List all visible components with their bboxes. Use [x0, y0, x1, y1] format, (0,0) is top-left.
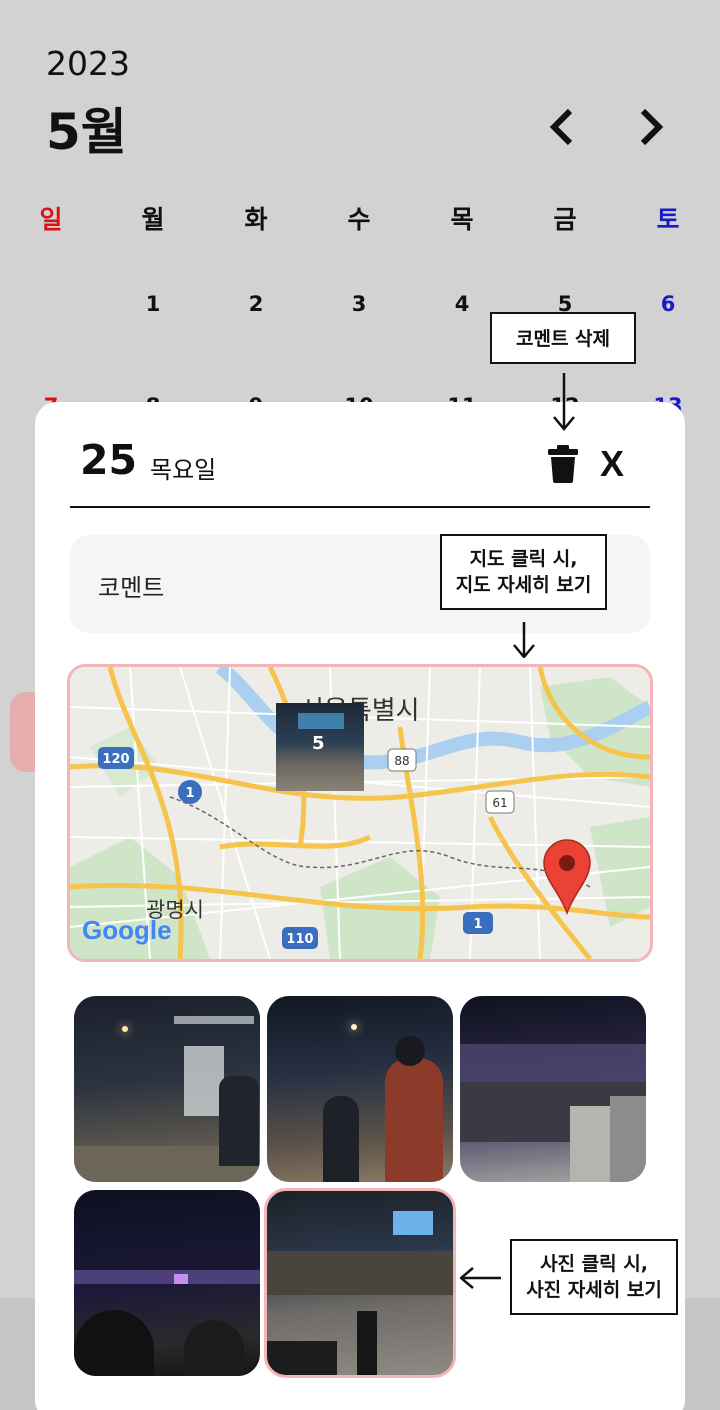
weekday-thu: 목 [450, 205, 474, 234]
header-divider [70, 506, 650, 508]
route-shield-1: 1 [178, 780, 202, 804]
svg-text:88: 88 [394, 754, 409, 768]
weekday-tue: 화 [244, 205, 268, 234]
weekday-fri: 금 [553, 205, 577, 234]
selected-date: 25 [80, 436, 138, 484]
arrow-down-icon [513, 622, 535, 658]
prev-month-button[interactable] [541, 104, 581, 150]
calendar-day[interactable]: 2 [226, 292, 286, 316]
svg-text:110: 110 [286, 932, 313, 947]
svg-text:61: 61 [492, 796, 507, 810]
map-annotation: 지도 클릭 시, 지도 자세히 보기 [440, 534, 607, 610]
map-photo-count: 5 [312, 733, 325, 754]
calendar-year: 2023 [46, 44, 130, 83]
trash-icon [548, 445, 578, 483]
photo-thumbnail[interactable] [74, 1190, 260, 1376]
photo-annotation-line2: 사진 자세히 보기 [526, 1279, 662, 1301]
route-shield-110: 110 [282, 927, 318, 949]
map-annotation-line1: 지도 클릭 시, [469, 548, 578, 570]
next-month-button[interactable] [632, 104, 672, 150]
photo-annotation: 사진 클릭 시, 사진 자세히 보기 [510, 1239, 678, 1315]
route-shield-1b: 1 [463, 912, 493, 934]
svg-text:120: 120 [102, 752, 129, 767]
google-logo: Google [82, 915, 172, 945]
calendar-day[interactable]: 4 [432, 292, 492, 316]
calendar-day[interactable]: 3 [329, 292, 389, 316]
route-shield-61: 61 [485, 790, 515, 814]
delete-annotation-text: 코멘트 삭제 [515, 328, 610, 350]
photo-annotation-line1: 사진 클릭 시, [540, 1253, 648, 1275]
photo-thumbnail[interactable] [267, 996, 453, 1182]
weekday-sun: 일 [39, 205, 63, 234]
calendar-day[interactable]: 6 [638, 292, 698, 316]
map-annotation-line2: 지도 자세히 보기 [455, 574, 592, 596]
route-shield-88: 88 [387, 748, 417, 772]
delete-comment-button[interactable] [547, 445, 579, 483]
weekday-sat: 토 [656, 205, 680, 234]
chevron-right-icon [640, 108, 664, 146]
photo-thumbnail[interactable] [264, 1188, 456, 1378]
close-button[interactable]: X [600, 442, 624, 486]
selected-weekday: 목요일 [150, 456, 217, 484]
calendar-month: 5월 [46, 103, 127, 161]
weekday-wed: 수 [347, 205, 371, 234]
photo-thumbnail[interactable] [74, 996, 260, 1182]
weekday-mon: 월 [141, 205, 165, 234]
svg-text:1: 1 [185, 786, 194, 801]
chevron-left-icon [549, 108, 573, 146]
svg-text:1: 1 [473, 917, 482, 932]
arrow-down-icon [553, 373, 575, 431]
weekday-header: 일 월 화 수 목 금 토 [0, 200, 720, 244]
route-shield-120: 120 [98, 747, 134, 769]
delete-annotation: 코멘트 삭제 [490, 312, 636, 364]
map-view[interactable]: 120 1 88 61 110 1 서울특별시 광명시 Google [67, 664, 653, 962]
photo-thumbnail[interactable] [460, 996, 646, 1182]
calendar-day[interactable]: 1 [123, 292, 183, 316]
comment-placeholder: 코멘트 [98, 574, 165, 602]
map-photo-marker[interactable]: 5 [276, 703, 364, 791]
arrow-left-icon [460, 1267, 501, 1289]
